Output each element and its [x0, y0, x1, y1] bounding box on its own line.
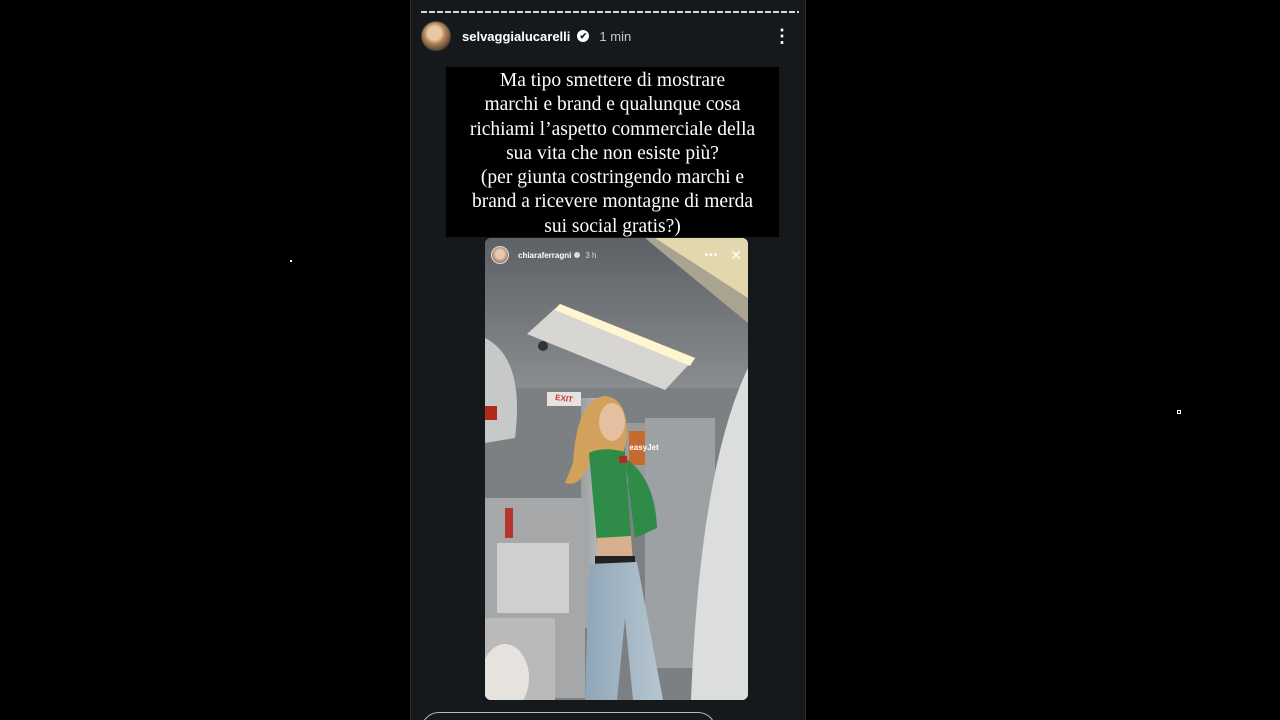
embedded-story-screenshot: EXIT easyJet chiaraferragni 3 h ••• ✕	[485, 238, 748, 700]
airplane-photo	[485, 238, 748, 700]
embedded-story-header: chiaraferragni 3 h ••• ✕	[491, 246, 742, 264]
story-progress-bar	[421, 11, 799, 13]
avatar[interactable]	[421, 21, 451, 51]
embedded-timestamp: 3 h	[585, 250, 597, 260]
more-horizontal-icon: •••	[704, 249, 719, 261]
story-timestamp: 1 min	[599, 28, 632, 44]
embedded-username: chiaraferragni	[518, 250, 572, 260]
avatar	[491, 246, 509, 264]
verified-badge-icon: ✔	[577, 30, 590, 42]
story-header: selvaggialucarelli ✔ 1 min ⋮	[421, 20, 797, 52]
easyjet-screen-label: easyJet	[629, 443, 659, 452]
story-caption-text: Ma tipo smettere di mostrare marchi e br…	[446, 67, 779, 237]
story-username[interactable]: selvaggialucarelli	[462, 29, 570, 44]
story-viewer: selvaggialucarelli ✔ 1 min ⋮ Ma tipo sme…	[410, 0, 806, 720]
reply-input[interactable]	[421, 712, 716, 720]
close-icon: ✕	[730, 247, 742, 263]
more-vertical-icon[interactable]: ⋮	[773, 27, 791, 45]
stray-dot	[1177, 410, 1181, 414]
stray-dot	[290, 260, 292, 262]
verified-badge-icon	[574, 252, 581, 258]
